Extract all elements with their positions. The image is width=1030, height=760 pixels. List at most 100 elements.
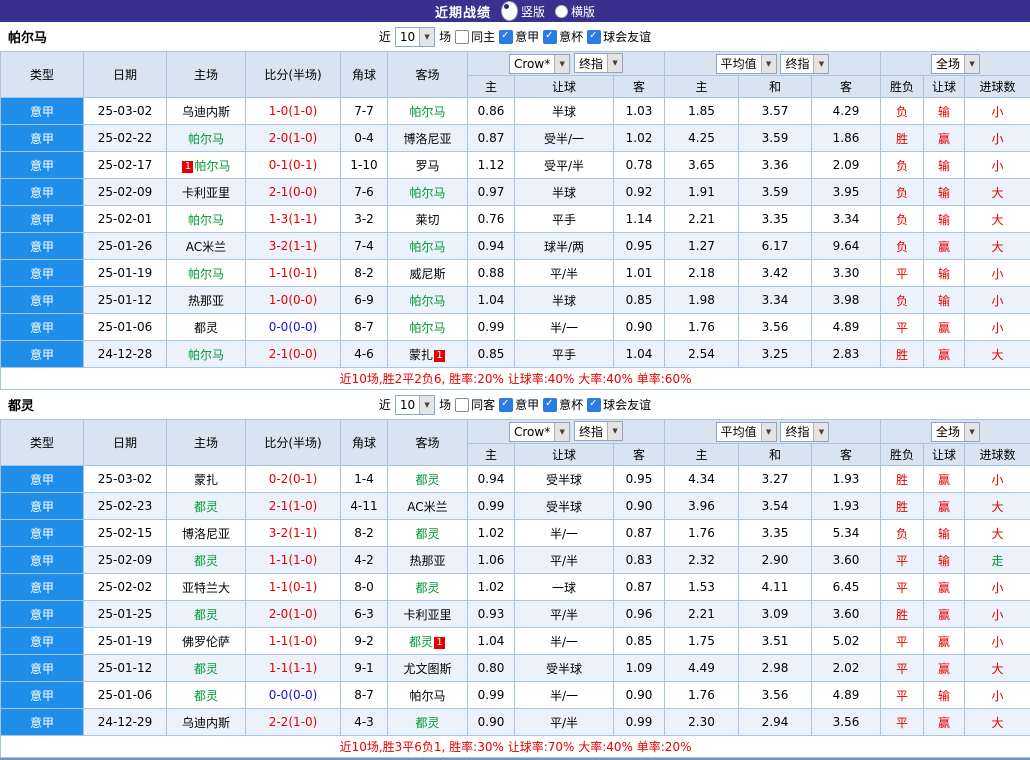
serie-a-filter[interactable]: 意甲 [499,28,539,45]
asian-handicap-line: 平手 [515,206,614,233]
result-win-loss: 平 [881,260,924,287]
euro-home-odds: 3.65 [665,152,739,179]
away-team: 都灵 [388,520,468,547]
asian-home-odds: 0.93 [468,601,515,628]
club-friendly-filter[interactable]: 球会友谊 [587,28,651,45]
dropdown-arrow-icon: ▼ [554,423,569,441]
corner-count: 7-6 [341,179,388,206]
club-friendly-checkbox[interactable] [587,398,601,412]
italy-cup-filter[interactable]: 意杯 [543,28,583,45]
asian-away-odds: 0.90 [614,314,665,341]
avg-odds-select[interactable]: 平均值 ▼ [716,422,777,442]
match-count-select[interactable]: 10 ▼ [395,395,435,415]
odds-company-select[interactable]: Crow* ▼ [509,54,570,74]
euro-draw-odds: 3.59 [739,125,812,152]
vertical-layout-option[interactable]: 竖版 [501,1,545,21]
fulltime-value: 全场 [936,55,960,72]
result-goals: 大 [965,709,1030,736]
club-friendly-checkbox[interactable] [587,30,601,44]
match-date: 25-02-01 [84,206,167,233]
away-team: 帕尔马 [388,98,468,125]
avg-odds-select[interactable]: 平均值 ▼ [716,54,777,74]
result-handicap: 赢 [924,233,965,260]
games-label: 场 [439,28,451,45]
asian-away-odds: 0.92 [614,179,665,206]
asian-home-odds: 0.86 [468,98,515,125]
euro-away-odds: 1.93 [812,466,881,493]
result-handicap: 赢 [924,574,965,601]
result-handicap: 输 [924,682,965,709]
odds-final-select[interactable]: 终指 ▼ [574,421,623,441]
league-type: 意甲 [1,547,84,574]
match-row: 意甲25-01-12都灵1-1(1-1)9-1尤文图斯0.80受半球1.094.… [1,655,1030,682]
italy-cup-filter[interactable]: 意杯 [543,396,583,413]
euro-odds-header: 平均值 ▼ 终指 ▼ [665,420,881,444]
league-type: 意甲 [1,520,84,547]
col-header-home: 主场 [167,52,246,98]
club-friendly-filter[interactable]: 球会友谊 [587,396,651,413]
home-team: 乌迪内斯 [167,98,246,125]
near-label: 近 [379,396,391,413]
match-date: 25-01-19 [84,628,167,655]
avg-final-select[interactable]: 终指 ▼ [780,54,829,74]
odds-final-value: 终指 [579,55,603,72]
euro-home-odds: 1.76 [665,682,739,709]
result-win-loss: 负 [881,152,924,179]
italy-cup-label: 意杯 [559,28,583,45]
asian-handicap-line: 半球 [515,179,614,206]
euro-home-odds: 2.21 [665,206,739,233]
same-venue-label: 同主 [471,28,495,45]
same-home-checkbox[interactable] [455,30,469,44]
odds-final-select[interactable]: 终指 ▼ [574,53,623,73]
match-row: 意甲24-12-28帕尔马2-1(0-0)4-6蒙扎10.85平手1.042.5… [1,341,1030,368]
result-handicap: 赢 [924,601,965,628]
result-win-loss: 胜 [881,125,924,152]
italy-cup-checkbox[interactable] [543,30,557,44]
match-count-select[interactable]: 10 ▼ [395,27,435,47]
home-team: 佛罗伦萨 [167,628,246,655]
match-score: 0-1(0-1) [246,152,341,179]
odds-company-value: Crow* [514,57,550,71]
same-venue-filter[interactable]: 同客 [455,396,495,413]
result-win-loss: 胜 [881,601,924,628]
vertical-layout-label: 竖版 [521,3,545,20]
match-row: 意甲25-02-09卡利亚里2-1(0-0)7-6帕尔马0.97半球0.921.… [1,179,1030,206]
match-row: 意甲25-01-26AC米兰3-2(1-1)7-4帕尔马0.94球半/两0.95… [1,233,1030,260]
euro-away-odds: 4.89 [812,314,881,341]
odds-company-select[interactable]: Crow* ▼ [509,422,570,442]
avg-final-select[interactable]: 终指 ▼ [780,422,829,442]
match-score: 0-0(0-0) [246,682,341,709]
horizontal-layout-option[interactable]: 横版 [555,3,595,20]
league-type: 意甲 [1,152,84,179]
result-goals: 小 [965,125,1030,152]
fulltime-select[interactable]: 全场 ▼ [931,422,980,442]
horizontal-layout-radio[interactable] [555,5,568,18]
match-row: 意甲25-02-09都灵1-1(1-0)4-2热那亚1.06平/半0.832.3… [1,547,1030,574]
italy-cup-checkbox[interactable] [543,398,557,412]
euro-home-odds: 1.85 [665,98,739,125]
torino-section: 都灵 近 10 ▼ 场 同客 意甲 意杯 [0,390,1030,758]
euro-home-odds: 4.25 [665,125,739,152]
col-header-result-goals: 进球数 [965,76,1030,98]
same-venue-filter[interactable]: 同主 [455,28,495,45]
serie-a-checkbox[interactable] [499,30,513,44]
serie-a-filter[interactable]: 意甲 [499,396,539,413]
corner-count: 6-3 [341,601,388,628]
match-count-value: 10 [400,398,415,412]
asian-home-odds: 0.88 [468,260,515,287]
asian-home-odds: 0.99 [468,314,515,341]
serie-a-checkbox[interactable] [499,398,513,412]
match-score: 2-2(1-0) [246,709,341,736]
odds-company-value: Crow* [514,425,550,439]
fulltime-select[interactable]: 全场 ▼ [931,54,980,74]
asian-away-odds: 1.02 [614,125,665,152]
asian-away-odds: 0.87 [614,520,665,547]
same-away-checkbox[interactable] [455,398,469,412]
vertical-layout-radio[interactable] [501,1,518,21]
col-header-result-wl: 胜负 [881,444,924,466]
col-header-euro-away: 客 [812,76,881,98]
avg-odds-value: 平均值 [721,423,757,440]
club-friendly-label: 球会友谊 [603,396,651,413]
col-header-type: 类型 [1,52,84,98]
league-type: 意甲 [1,493,84,520]
